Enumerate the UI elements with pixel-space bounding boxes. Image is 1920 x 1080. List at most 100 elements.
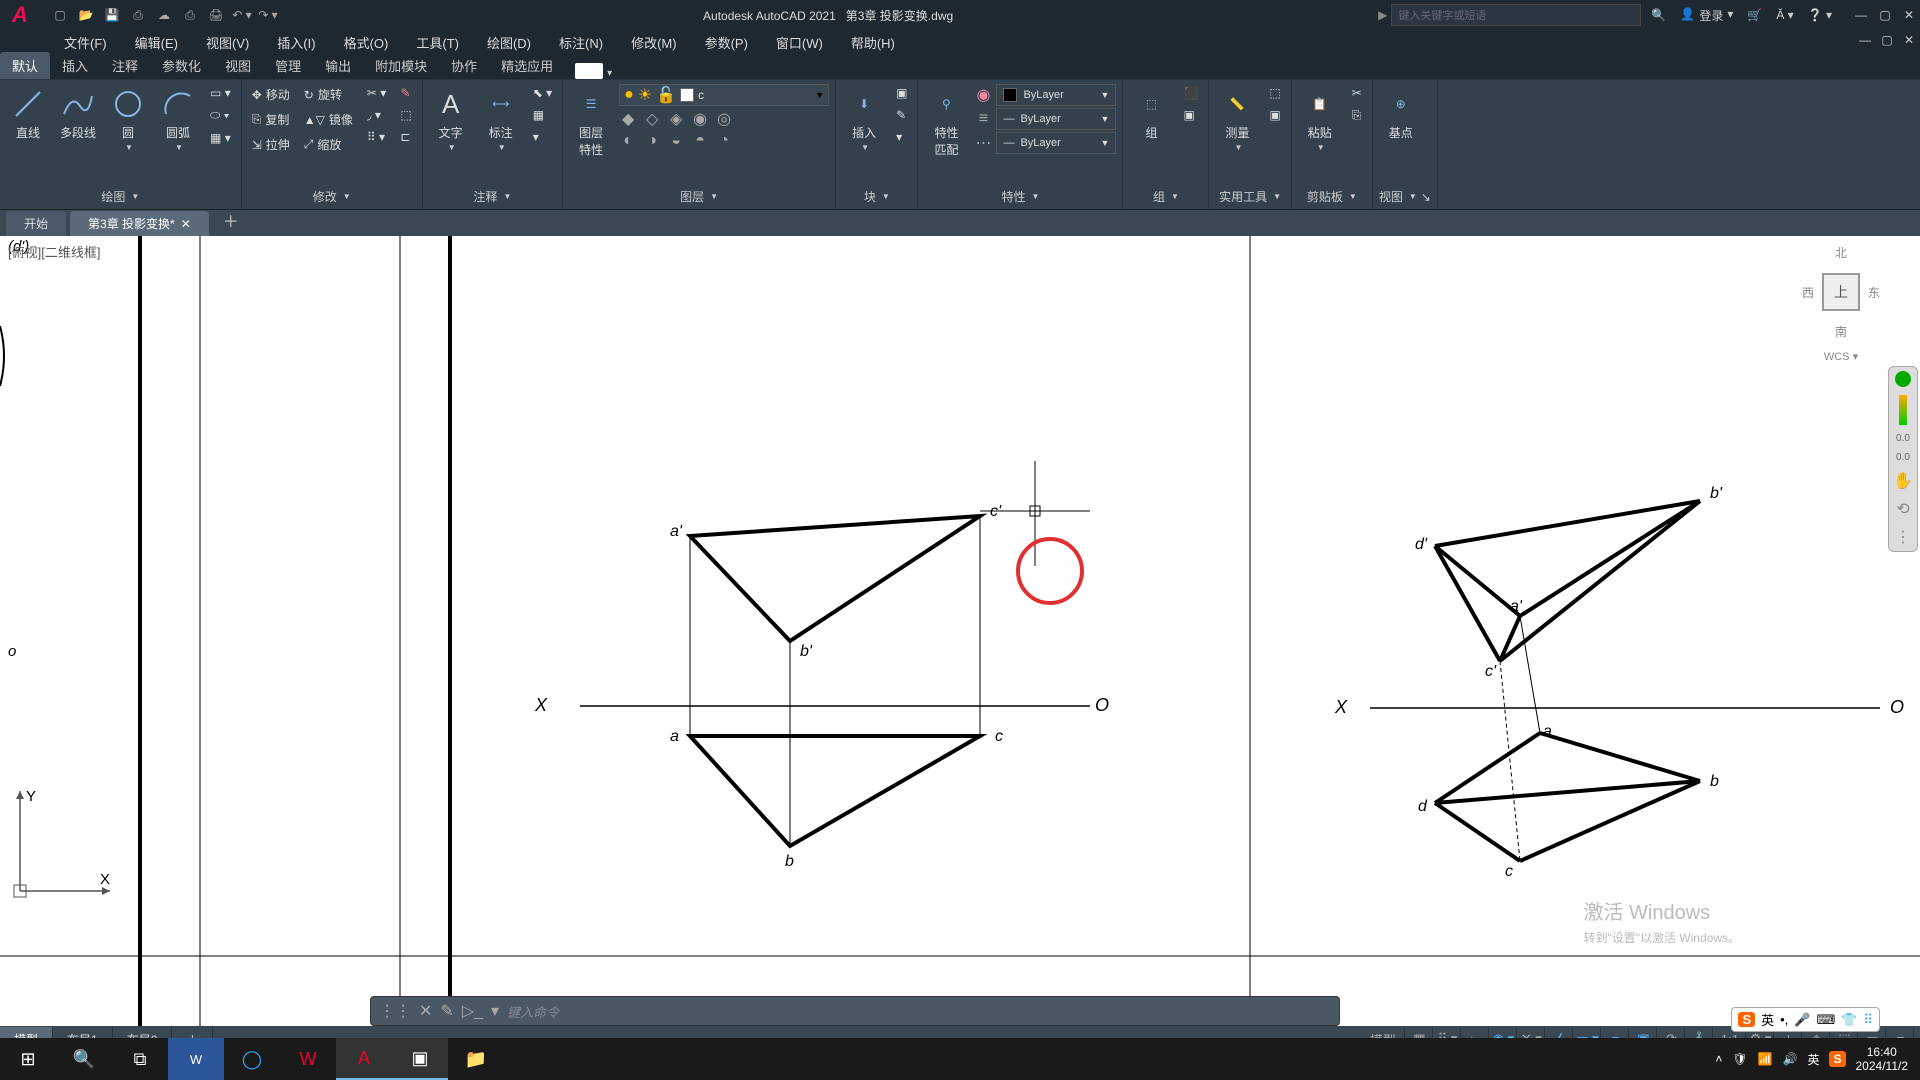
linetype-selector[interactable]: — ByLayer▼ xyxy=(996,132,1116,154)
hatch-button[interactable]: ▦ ▾ xyxy=(206,129,235,147)
nav-slider-icon[interactable] xyxy=(1899,395,1907,425)
cmd-close-icon[interactable]: ✕ xyxy=(419,1001,432,1021)
close-button[interactable]: ✕ xyxy=(1898,5,1920,25)
block-create-button[interactable]: ▣ xyxy=(892,84,911,102)
tab-close-icon[interactable]: ✕ xyxy=(181,217,191,231)
color-selector[interactable]: ByLayer▼ xyxy=(996,84,1116,106)
layer-tool-5-icon[interactable]: ◎ xyxy=(715,110,733,128)
layer-tool-3-icon[interactable]: ◈ xyxy=(667,110,685,128)
layer-tool-6-icon[interactable]: ◐ xyxy=(619,132,637,150)
tab-add-button[interactable]: ＋ xyxy=(213,204,249,236)
menu-edit[interactable]: 编辑(E) xyxy=(121,30,192,54)
panel-group-label[interactable]: 组 ▼ xyxy=(1129,184,1202,209)
panel-clipboard-label[interactable]: 剪贴板 ▼ xyxy=(1298,184,1366,209)
wps-icon[interactable]: W xyxy=(280,1038,336,1080)
tray-volume-icon[interactable]: 🔊 xyxy=(1783,1052,1798,1066)
doc-minimize-button[interactable]: — xyxy=(1854,30,1876,50)
array-button[interactable]: ⠿ ▾ xyxy=(363,128,390,146)
ellipse-button[interactable]: ⬭ ▾ xyxy=(206,106,235,125)
menu-window[interactable]: 窗口(W) xyxy=(762,30,837,54)
qat-print-icon[interactable]: 🖨 xyxy=(206,5,226,25)
tray-shield-icon[interactable]: 🛡 xyxy=(1732,1052,1747,1066)
cut-button[interactable]: ✂ xyxy=(1348,84,1366,102)
tray-expand-icon[interactable]: ˄ xyxy=(1715,1052,1722,1066)
arc-button[interactable]: 圆弧▼ xyxy=(156,84,200,154)
ime-keyboard-icon[interactable]: ⌨ xyxy=(1817,1012,1836,1028)
tab-collaborate[interactable]: 协作 xyxy=(439,52,489,79)
move-button[interactable]: ✥ 移动 xyxy=(248,84,294,105)
nav-wheel-icon[interactable] xyxy=(1895,371,1911,387)
qat-web-icon[interactable]: ☁ xyxy=(154,5,174,25)
erase-button[interactable]: ✎ xyxy=(396,84,415,102)
viewcube[interactable]: 北 西 上 东 南 WCS ▾ xyxy=(1802,244,1880,363)
tab-manage[interactable]: 管理 xyxy=(263,52,313,79)
tab-output[interactable]: 输出 xyxy=(313,52,363,79)
nav-more-icon[interactable]: ⋮ xyxy=(1895,527,1911,547)
block-attr-button[interactable]: ▾ xyxy=(892,128,911,146)
tab-default[interactable]: 默认 xyxy=(0,52,50,79)
util-1-button[interactable]: ⬚ xyxy=(1265,84,1284,102)
rotate-button[interactable]: ↻ 旋转 xyxy=(300,84,357,105)
tab-start[interactable]: 开始 xyxy=(6,211,66,236)
cmd-handle-icon[interactable]: ⋮⋮ xyxy=(379,1001,411,1021)
layer-tool-2-icon[interactable]: ◇ xyxy=(643,110,661,128)
basepoint-button[interactable]: ⊕基点 xyxy=(1379,84,1423,143)
ime-toolbar[interactable]: S 英 •, 🎤 ⌨ 👕 ⠿ xyxy=(1731,1007,1880,1032)
taskview-icon[interactable]: ⧉ xyxy=(112,1038,168,1080)
line-button[interactable]: 直线 xyxy=(6,84,50,143)
ime-logo-icon[interactable]: S xyxy=(1738,1012,1755,1027)
tab-current-file[interactable]: 第3章 投影变换*✕ xyxy=(70,211,209,236)
circle-button[interactable]: 圆▼ xyxy=(106,84,150,154)
app-logo[interactable]: A xyxy=(0,0,40,30)
minimize-button[interactable]: — xyxy=(1850,5,1872,25)
offset-button[interactable]: ⊏ xyxy=(396,128,415,146)
stretch-button[interactable]: ⇲ 拉伸 xyxy=(248,134,294,155)
panel-view-label[interactable]: 视图 ▼ ↘ xyxy=(1379,184,1431,209)
ime-voice-icon[interactable]: 🎤 xyxy=(1794,1012,1810,1028)
tray-clock[interactable]: 16:40 2024/11/2 xyxy=(1856,1045,1909,1074)
help-icon[interactable]: ❔ ▾ xyxy=(1808,8,1832,22)
tab-featured[interactable]: 精选应用 xyxy=(489,52,565,79)
tab-annotate[interactable]: 注释 xyxy=(100,52,150,79)
menu-parametric[interactable]: 参数(P) xyxy=(691,30,762,54)
ime-punct-icon[interactable]: •, xyxy=(1780,1012,1788,1027)
qat-open-icon[interactable]: 📂 xyxy=(76,5,96,25)
cortana-icon[interactable]: ◯ xyxy=(224,1038,280,1080)
panel-modify-label[interactable]: 修改 ▼ xyxy=(248,184,416,209)
insert-block-button[interactable]: ⬇插入▼ xyxy=(842,84,886,154)
search-input[interactable]: 键入关键字或短语 xyxy=(1391,4,1641,26)
rectangle-button[interactable]: ▭ ▾ xyxy=(206,84,235,102)
cmd-custom-icon[interactable]: ✎ xyxy=(440,1001,453,1021)
table-button[interactable]: ▦ xyxy=(529,106,556,124)
copy-button[interactable]: ⎘ 复制 xyxy=(248,109,294,130)
layer-tool-4-icon[interactable]: ◉ xyxy=(691,110,709,128)
featured-badge-icon[interactable] xyxy=(575,63,603,79)
lineweight-icon[interactable]: ≡ xyxy=(974,110,992,128)
util-2-button[interactable]: ▣ xyxy=(1265,106,1284,124)
ime-lang-button[interactable]: 英 xyxy=(1761,1010,1774,1029)
polyline-button[interactable]: 多段线 xyxy=(56,84,100,143)
start-button[interactable]: ⊞ xyxy=(0,1038,56,1080)
viewport-label[interactable]: [俯视][二维线框] xyxy=(8,242,100,261)
layer-properties-button[interactable]: ☰图层 特性 xyxy=(569,84,613,160)
panel-annotation-label[interactable]: 注释 ▼ xyxy=(429,184,556,209)
command-input[interactable]: 键入命令 xyxy=(507,1002,1331,1021)
group-button[interactable]: ⬚组 xyxy=(1129,84,1173,143)
block-edit-button[interactable]: ✎ xyxy=(892,106,911,124)
layer-tool-1-icon[interactable]: ◆ xyxy=(619,110,637,128)
tab-addins[interactable]: 附加模块 xyxy=(363,52,439,79)
command-line[interactable]: ⋮⋮ ✕ ✎ ▷_ ▾ 键入命令 xyxy=(370,996,1340,1026)
recorder-icon[interactable]: ▣ xyxy=(392,1038,448,1080)
layer-tool-10-icon[interactable]: ◔ xyxy=(715,132,733,150)
ungroup-button[interactable]: ⬛ xyxy=(1179,84,1202,102)
panel-utilities-label[interactable]: 实用工具 ▼ xyxy=(1215,184,1284,209)
panel-layers-label[interactable]: 图层 ▼ xyxy=(569,184,829,209)
tray-network-icon[interactable]: 📶 xyxy=(1758,1052,1773,1066)
layer-selector[interactable]: ● ☀ 🔓 c ▼ xyxy=(619,84,829,106)
qat-saveas-icon[interactable]: ⎙ xyxy=(128,5,148,25)
panel-draw-label[interactable]: 绘图 ▼ xyxy=(6,184,235,209)
measure-button[interactable]: 📏测量▼ xyxy=(1215,84,1259,154)
doc-close-button[interactable]: ✕ xyxy=(1898,30,1920,50)
menu-help[interactable]: 帮助(H) xyxy=(837,30,909,54)
search-taskbar-icon[interactable]: 🔍 xyxy=(56,1038,112,1080)
